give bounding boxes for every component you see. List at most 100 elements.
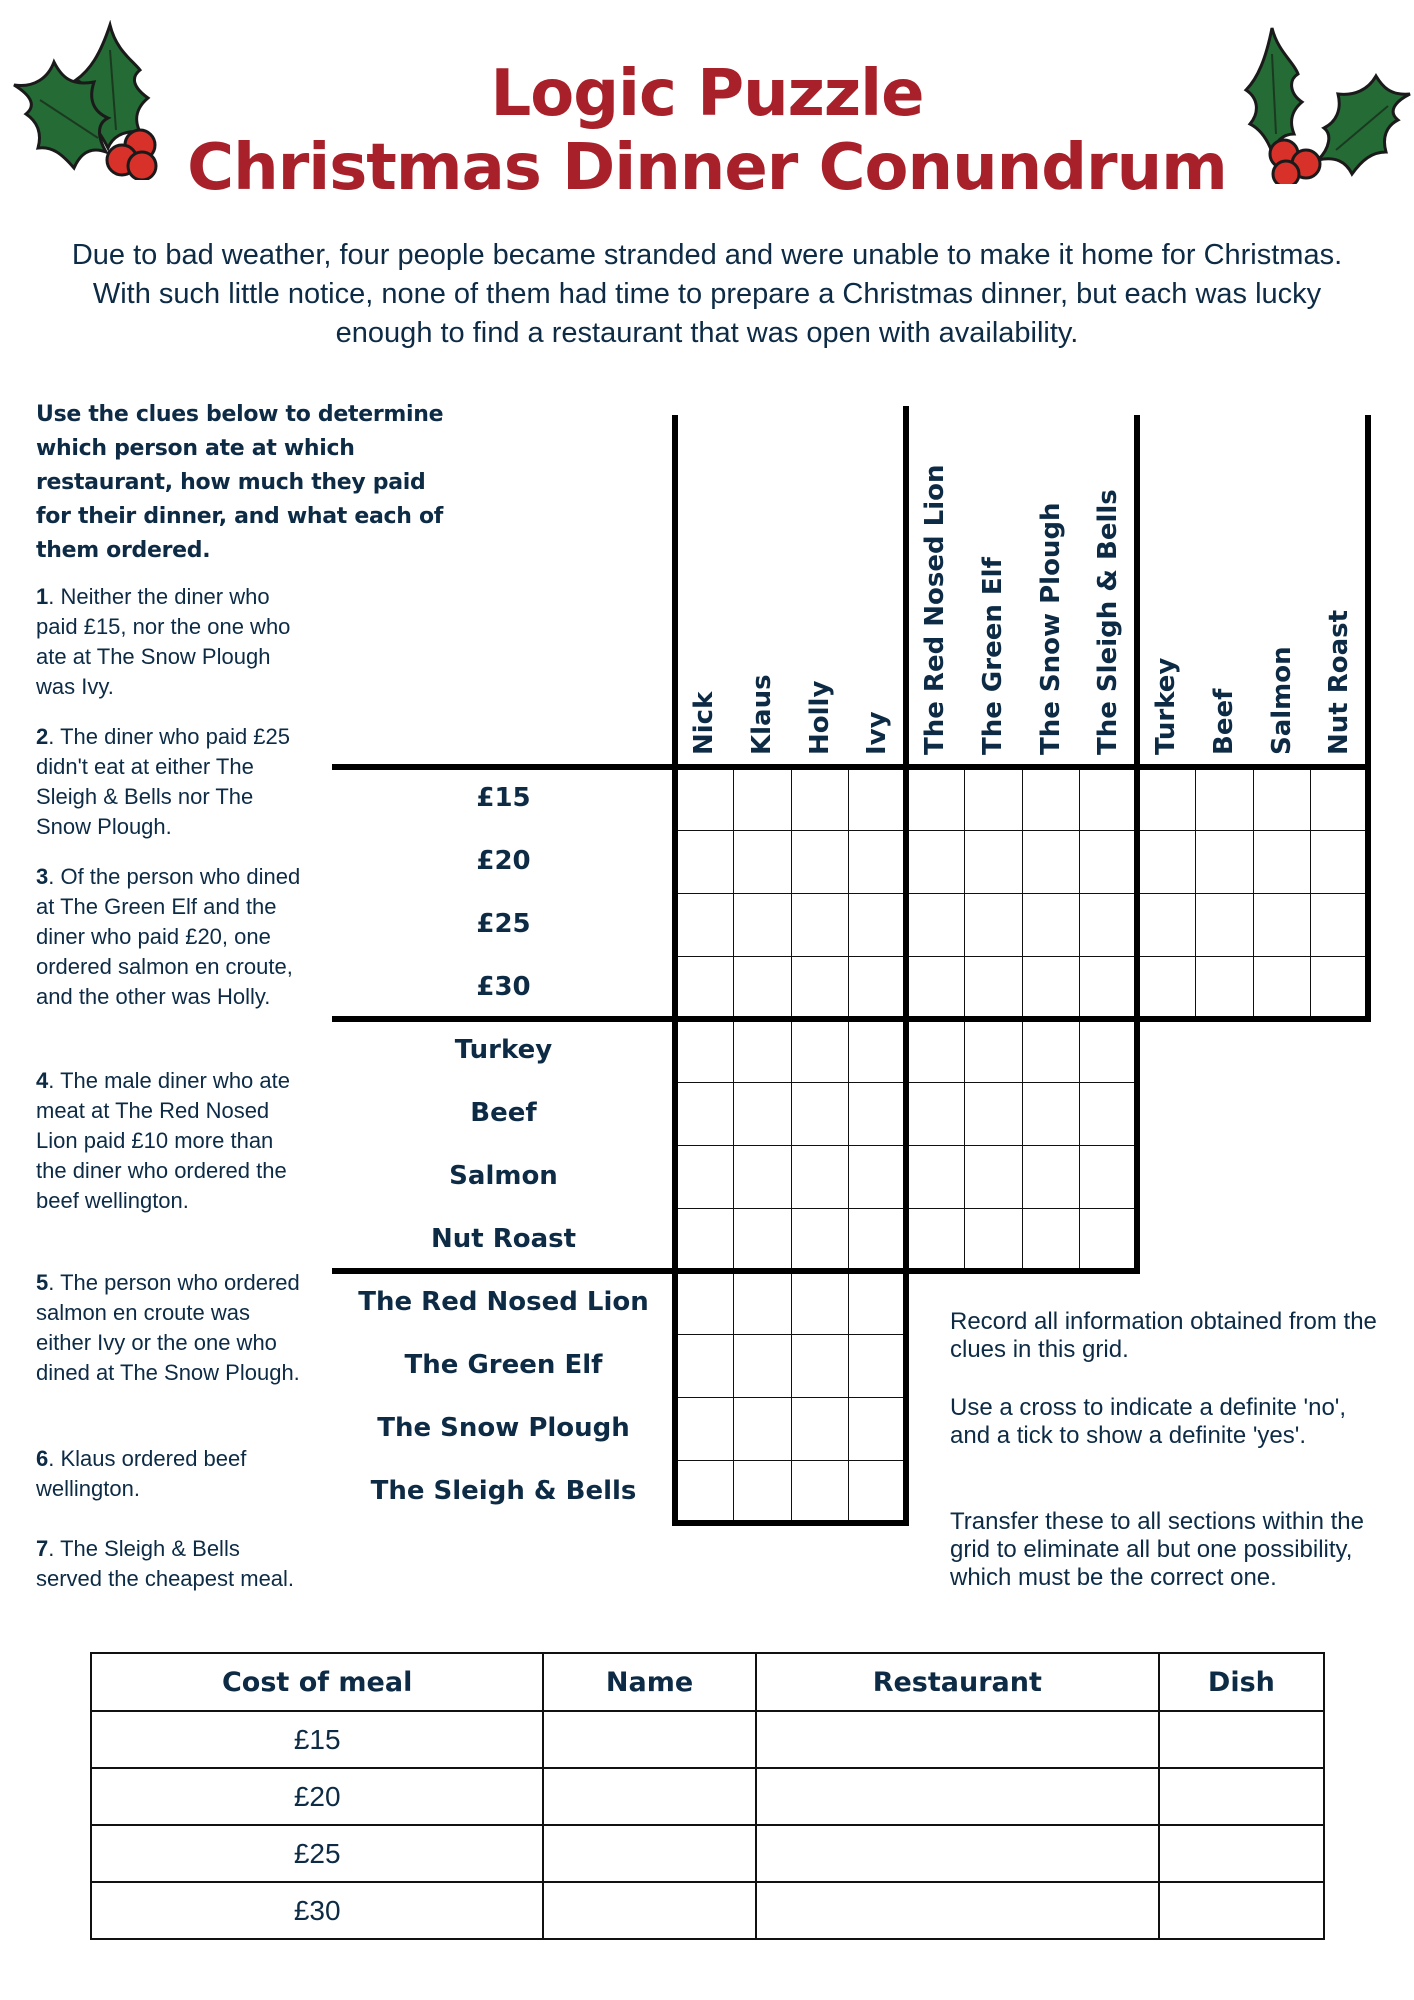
grid-cell[interactable] — [790, 1208, 850, 1272]
grid-cell[interactable] — [963, 1019, 1023, 1083]
grid-cell[interactable] — [1194, 767, 1254, 831]
grid-cell[interactable] — [1252, 767, 1312, 831]
grid-cell[interactable] — [790, 1019, 850, 1083]
grid-cell[interactable] — [906, 1208, 965, 1272]
grid-cell[interactable] — [848, 1145, 907, 1209]
grid-cell[interactable] — [1079, 1082, 1138, 1146]
grid-cell[interactable] — [790, 956, 850, 1020]
grid-cell[interactable] — [906, 830, 965, 894]
grid-cell[interactable] — [848, 1460, 907, 1524]
grid-cell[interactable] — [1079, 767, 1138, 831]
grid-cell[interactable] — [675, 893, 734, 957]
grid-cell[interactable] — [732, 1145, 792, 1209]
grid-cell[interactable] — [1021, 956, 1081, 1020]
grid-cell[interactable] — [906, 767, 965, 831]
restaurant-cell[interactable] — [754, 1767, 1160, 1826]
grid-cell[interactable] — [732, 956, 792, 1020]
grid-cell[interactable] — [1021, 830, 1081, 894]
grid-cell[interactable] — [1079, 830, 1138, 894]
grid-cell[interactable] — [732, 1019, 792, 1083]
grid-cell[interactable] — [1021, 1145, 1081, 1209]
grid-cell[interactable] — [1310, 767, 1369, 831]
grid-cell[interactable] — [790, 830, 850, 894]
grid-cell[interactable] — [848, 830, 907, 894]
grid-cell[interactable] — [1194, 893, 1254, 957]
grid-cell[interactable] — [1079, 1208, 1138, 1272]
grid-cell[interactable] — [963, 893, 1023, 957]
grid-cell[interactable] — [675, 1271, 734, 1335]
restaurant-cell[interactable] — [754, 1881, 1160, 1940]
grid-cell[interactable] — [1310, 830, 1369, 894]
grid-cell[interactable] — [1079, 956, 1138, 1020]
grid-cell[interactable] — [906, 956, 965, 1020]
grid-cell[interactable] — [675, 1334, 734, 1398]
grid-cell[interactable] — [675, 1397, 734, 1461]
grid-cell[interactable] — [790, 1334, 850, 1398]
grid-cell[interactable] — [790, 767, 850, 831]
grid-cell[interactable] — [1252, 893, 1312, 957]
grid-cell[interactable] — [1021, 893, 1081, 957]
grid-cell[interactable] — [848, 767, 907, 831]
grid-cell[interactable] — [1079, 893, 1138, 957]
grid-cell[interactable] — [790, 1145, 850, 1209]
grid-cell[interactable] — [732, 1208, 792, 1272]
name-cell[interactable] — [542, 1710, 757, 1769]
grid-cell[interactable] — [906, 1082, 965, 1146]
grid-cell[interactable] — [732, 1460, 792, 1524]
grid-cell[interactable] — [848, 1334, 907, 1398]
restaurant-cell[interactable] — [754, 1824, 1160, 1883]
grid-cell[interactable] — [848, 956, 907, 1020]
grid-cell[interactable] — [790, 1271, 850, 1335]
grid-cell[interactable] — [963, 956, 1023, 1020]
grid-cell[interactable] — [906, 1145, 965, 1209]
grid-cell[interactable] — [1021, 1082, 1081, 1146]
grid-cell[interactable] — [675, 1019, 734, 1083]
grid-cell[interactable] — [1021, 1208, 1081, 1272]
grid-cell[interactable] — [1021, 1019, 1081, 1083]
grid-cell[interactable] — [675, 1460, 734, 1524]
grid-cell[interactable] — [1194, 956, 1254, 1020]
name-cell[interactable] — [542, 1881, 757, 1940]
grid-cell[interactable] — [1079, 1145, 1138, 1209]
grid-cell[interactable] — [963, 1082, 1023, 1146]
grid-cell[interactable] — [790, 1397, 850, 1461]
grid-cell[interactable] — [1079, 1019, 1138, 1083]
grid-cell[interactable] — [675, 1208, 734, 1272]
grid-cell[interactable] — [848, 1397, 907, 1461]
grid-cell[interactable] — [1137, 767, 1196, 831]
grid-cell[interactable] — [790, 1082, 850, 1146]
grid-cell[interactable] — [963, 1145, 1023, 1209]
grid-cell[interactable] — [675, 1082, 734, 1146]
grid-cell[interactable] — [675, 956, 734, 1020]
dish-cell[interactable] — [1157, 1767, 1326, 1826]
dish-cell[interactable] — [1157, 1881, 1326, 1940]
grid-cell[interactable] — [732, 1397, 792, 1461]
grid-cell[interactable] — [906, 1019, 965, 1083]
grid-cell[interactable] — [732, 1334, 792, 1398]
grid-cell[interactable] — [732, 767, 792, 831]
grid-cell[interactable] — [1252, 956, 1312, 1020]
grid-cell[interactable] — [848, 1271, 907, 1335]
grid-cell[interactable] — [1137, 956, 1196, 1020]
restaurant-cell[interactable] — [754, 1710, 1160, 1769]
grid-cell[interactable] — [790, 1460, 850, 1524]
grid-cell[interactable] — [848, 1208, 907, 1272]
grid-cell[interactable] — [1310, 893, 1369, 957]
name-cell[interactable] — [542, 1824, 757, 1883]
grid-cell[interactable] — [732, 1082, 792, 1146]
grid-cell[interactable] — [848, 893, 907, 957]
grid-cell[interactable] — [1310, 956, 1369, 1020]
dish-cell[interactable] — [1157, 1824, 1326, 1883]
grid-cell[interactable] — [963, 767, 1023, 831]
grid-cell[interactable] — [732, 893, 792, 957]
grid-cell[interactable] — [675, 1145, 734, 1209]
grid-cell[interactable] — [963, 830, 1023, 894]
grid-cell[interactable] — [848, 1082, 907, 1146]
grid-cell[interactable] — [732, 830, 792, 894]
grid-cell[interactable] — [848, 1019, 907, 1083]
grid-cell[interactable] — [1194, 830, 1254, 894]
grid-cell[interactable] — [675, 767, 734, 831]
grid-cell[interactable] — [963, 1208, 1023, 1272]
grid-cell[interactable] — [906, 893, 965, 957]
grid-cell[interactable] — [675, 830, 734, 894]
